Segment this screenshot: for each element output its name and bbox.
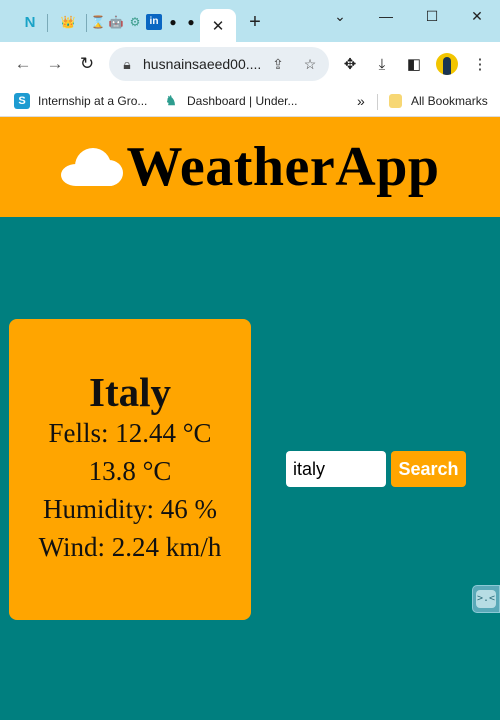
search-button[interactable]: Search	[391, 451, 466, 487]
crown-icon[interactable]: 👑	[60, 14, 76, 30]
temperature: 13.8 °C	[88, 456, 172, 486]
cloud-icon	[60, 146, 123, 186]
browser-toolbar: ← → ↻ 🔒︎ husnainsaeed00.... ⇪ ☆ ✥ ⤓ ◧ ⋮	[0, 42, 500, 86]
all-bookmarks-label: All Bookmarks	[411, 94, 488, 108]
folder-icon	[389, 94, 402, 108]
back-icon[interactable]: ←	[12, 53, 34, 75]
menu-icon[interactable]: ⋮	[470, 54, 490, 74]
app-title: WeatherApp	[126, 136, 440, 198]
maximize-icon[interactable]: ☐	[418, 6, 446, 26]
city-name: Italy	[89, 369, 171, 415]
weather-card: Italy Fells: 12.44 °C 13.8 °C Humidity: …	[9, 319, 251, 620]
moose-icon: ♞	[163, 93, 179, 109]
reload-icon[interactable]: ↻	[76, 53, 98, 75]
app-header: WeatherApp	[0, 117, 500, 217]
s-icon: S	[14, 93, 30, 109]
tab-search-chevron-icon[interactable]: ⌄	[326, 6, 354, 26]
all-bookmarks[interactable]: All Bookmarks	[389, 92, 488, 110]
bookmark-item[interactable]: ♞ Dashboard | Under...	[163, 92, 298, 110]
github-icon[interactable]: ●	[183, 14, 199, 30]
humidity: Humidity: 46 %	[43, 494, 217, 524]
bookmark-star-icon[interactable]: ☆	[301, 55, 319, 73]
chatgpt-icon[interactable]: ⚙	[127, 14, 143, 30]
forward-icon[interactable]: →	[44, 53, 66, 75]
linkedin-icon[interactable]: in	[146, 14, 162, 30]
url-text[interactable]: husnainsaeed00....	[143, 56, 261, 72]
new-tab-button[interactable]: +	[244, 12, 266, 34]
active-tab[interactable]: ✕	[200, 9, 236, 42]
share-icon[interactable]: ⇪	[269, 55, 287, 73]
wind-speed: Wind: 2.24 km/h	[38, 532, 222, 562]
hourglass-icon[interactable]: ⌛	[90, 14, 106, 30]
search-input[interactable]	[286, 451, 386, 487]
close-window-icon[interactable]: ✕	[463, 6, 491, 26]
bookmark-label: Dashboard | Under...	[187, 94, 298, 108]
address-bar[interactable]: 🔒︎ husnainsaeed00.... ⇪ ☆	[109, 47, 329, 81]
bookmarks-overflow-button[interactable]: »	[357, 92, 365, 110]
floating-helper-icon[interactable]: >.<	[472, 585, 500, 613]
avatar[interactable]	[436, 53, 458, 75]
side-panel-icon[interactable]: ◧	[404, 54, 424, 74]
notion-n-icon[interactable]: N	[22, 14, 38, 30]
bookmarks-bar: S Internship at a Gro... ♞ Dashboard | U…	[0, 86, 500, 117]
minimize-icon[interactable]: —	[372, 6, 400, 26]
tab-divider	[86, 14, 87, 32]
bookmark-item[interactable]: S Internship at a Gro...	[14, 92, 147, 110]
download-icon[interactable]: ⤓	[372, 54, 392, 74]
tab-divider	[47, 14, 48, 32]
bookmark-label: Internship at a Gro...	[38, 94, 148, 108]
close-tab-icon[interactable]: ✕	[212, 17, 225, 35]
github-icon[interactable]: ●	[165, 14, 181, 30]
feels-like: Fells: 12.44 °C	[48, 418, 212, 448]
extensions-icon[interactable]: ✥	[340, 54, 360, 74]
bookmark-divider	[377, 94, 378, 110]
browser-tab-strip: N 👑 ⌛ 🤖 ⚙ in ● ● ✕ + ⌄ — ☐ ✕	[0, 0, 500, 42]
lock-icon[interactable]: 🔒︎	[118, 55, 136, 73]
robot-icon[interactable]: 🤖	[108, 14, 124, 30]
